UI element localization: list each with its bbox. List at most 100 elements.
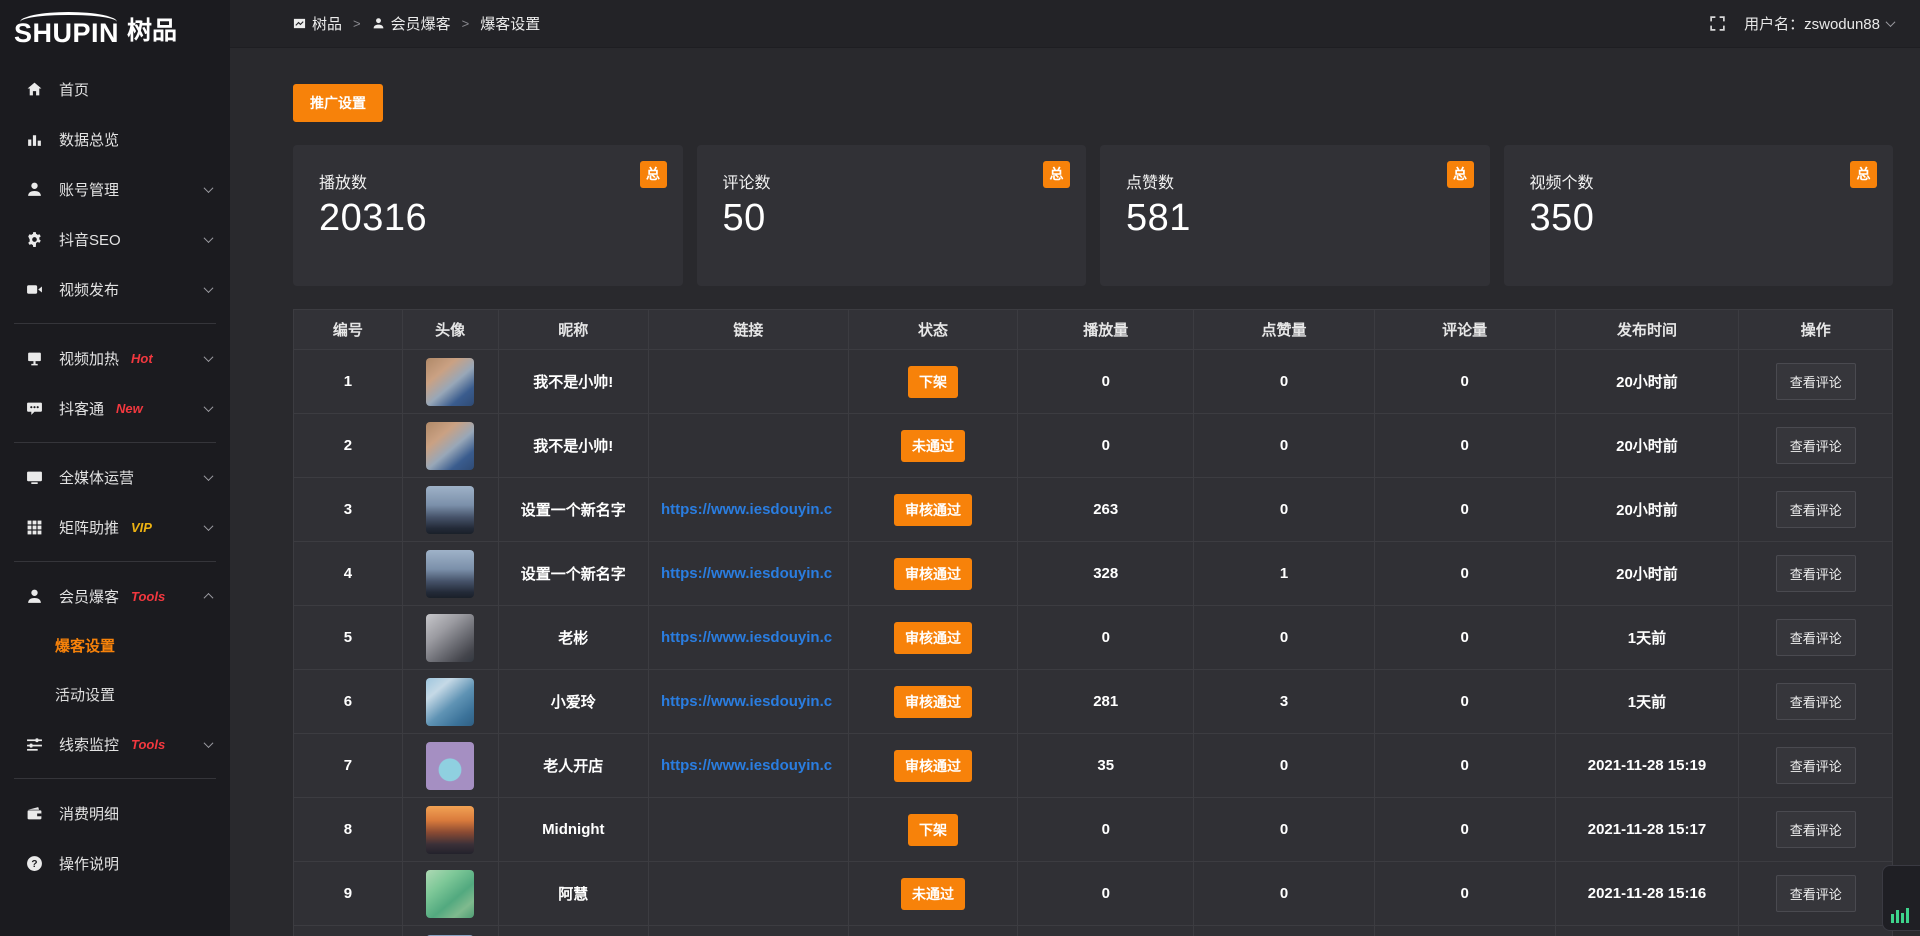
promo-settings-button[interactable]: 推广设置 (293, 84, 383, 122)
cell-action: 查看评论 (1739, 670, 1893, 734)
video-link[interactable]: https://www.iesdouyin.c (661, 565, 832, 582)
cell-time: 20小时前 (1555, 414, 1739, 478)
menu-tag: Hot (131, 351, 153, 366)
cell-time: 2021-11-28 15:17 (1555, 798, 1739, 862)
sidebar-item-label: 视频加热 (59, 348, 119, 369)
sidebar-item-label: 账号管理 (59, 179, 119, 200)
sidebar-item-label: 会员爆客 (59, 586, 119, 607)
cell-no: 9 (294, 862, 403, 926)
view-comments-button[interactable]: 查看评论 (1776, 619, 1856, 656)
app-window: SHUPIN 树品 首页数据总览账号管理抖音SEO视频发布视频加热Hot抖客通N… (0, 0, 1920, 936)
cell-nickname: 老彬 (498, 606, 648, 670)
sidebar-item-consume-detail[interactable]: 消费明细 (0, 788, 230, 838)
cell-nickname: 设置一个新名字 (498, 542, 648, 606)
breadcrumb: 树品>会员爆客>爆客设置 (293, 13, 540, 34)
chevron-down-icon (204, 402, 214, 412)
view-comments-button[interactable]: 查看评论 (1776, 875, 1856, 912)
cell-action: 查看评论 (1739, 606, 1893, 670)
cell-status: 未通过 (848, 862, 1017, 926)
table-row: 6小爱玲https://www.iesdouyin.c审核通过281301天前查… (294, 670, 1893, 734)
cell-no: 6 (294, 670, 403, 734)
table-header-row: 编号头像昵称链接状态播放量点赞量评论量发布时间操作 (294, 310, 1893, 350)
member-icon (26, 588, 46, 605)
status-badge: 下架 (908, 366, 958, 398)
cell-action: 查看评论 (1739, 798, 1893, 862)
view-comments-button[interactable]: 查看评论 (1776, 747, 1856, 784)
stat-value: 50 (723, 197, 1061, 240)
topbar-right: 用户名：zswodun88 (1709, 13, 1894, 34)
breadcrumb-item[interactable]: 树品 (293, 13, 342, 34)
sidebar-item-member-baoke[interactable]: 会员爆客Tools (0, 571, 230, 621)
cell-link: https://www.iesdouyin.c (648, 478, 848, 542)
video-link[interactable]: https://www.iesdouyin.c (661, 629, 832, 646)
sidebar-item-omni-media[interactable]: 全媒体运营 (0, 452, 230, 502)
sidebar-item-operation-guide[interactable]: ?操作说明 (0, 838, 230, 888)
video-link[interactable]: https://www.iesdouyin.c (661, 501, 832, 518)
video-link[interactable]: https://www.iesdouyin.c (661, 693, 832, 710)
view-comments-button[interactable]: 查看评论 (1776, 363, 1856, 400)
breadcrumb-label: 爆客设置 (480, 13, 540, 34)
column-header: 点赞量 (1194, 310, 1375, 350)
cell-link (648, 862, 848, 926)
view-comments-button[interactable]: 查看评论 (1776, 811, 1856, 848)
cell-avatar (402, 542, 498, 606)
cell-link (648, 350, 848, 414)
username[interactable]: 用户名：zswodun88 (1744, 13, 1894, 34)
status-badge: 审核通过 (894, 686, 972, 718)
cell-likes: 1 (1194, 542, 1375, 606)
column-header: 链接 (648, 310, 848, 350)
cell-time: 20小时前 (1555, 350, 1739, 414)
stat-total-badge: 总 (1043, 161, 1070, 188)
cell-plays: 263 (1018, 478, 1194, 542)
cell-status: 审核通过 (848, 606, 1017, 670)
status-badge: 审核通过 (894, 750, 972, 782)
fullscreen-icon[interactable] (1709, 15, 1726, 32)
floating-widget[interactable] (1882, 865, 1920, 931)
cell-no: 1 (294, 350, 403, 414)
sidebar-item-video-publish[interactable]: 视频发布 (0, 264, 230, 314)
sidebar-item-douketong[interactable]: 抖客通New (0, 383, 230, 433)
view-comments-button[interactable]: 查看评论 (1776, 555, 1856, 592)
column-header: 操作 (1739, 310, 1893, 350)
sidebar-item-account-manage[interactable]: 账号管理 (0, 164, 230, 214)
view-comments-button[interactable]: 查看评论 (1776, 427, 1856, 464)
sidebar-subitem-baoke-settings[interactable]: 爆客设置 (0, 621, 230, 670)
cell-plays: 35 (1018, 734, 1194, 798)
table-row: 4设置一个新名字https://www.iesdouyin.c审核通过32810… (294, 542, 1893, 606)
avatar (426, 870, 474, 918)
cell-action: 查看评论 (1739, 734, 1893, 798)
cell-no: 8 (294, 798, 403, 862)
sidebar-item-douyin-seo[interactable]: 抖音SEO (0, 214, 230, 264)
cell-comments: 0 (1374, 478, 1555, 542)
menu-tag: Tools (131, 737, 165, 752)
sidebar-item-clue-monitor[interactable]: 线索监控Tools (0, 719, 230, 769)
sidebar-menu: 首页数据总览账号管理抖音SEO 视频发布视频加热 Hot 抖客通New 全媒体运营矩阵助… (0, 58, 230, 888)
sidebar-item-label: 数据总览 (59, 129, 119, 150)
video-link[interactable]: https://www.iesdouyin.c (661, 757, 832, 774)
avatar (426, 742, 474, 790)
cell-plays: 0 (1018, 862, 1194, 926)
sidebar-subitem-activity-settings[interactable]: 活动设置 (0, 670, 230, 719)
menu-tag: New (116, 401, 143, 416)
avatar (426, 614, 474, 662)
breadcrumb-item: 爆客设置 (480, 13, 540, 34)
breadcrumb-item[interactable]: 会员爆客 (372, 13, 451, 34)
cell-link: https://www.iesdouyin.c (648, 670, 848, 734)
column-header: 编号 (294, 310, 403, 350)
stat-card-1: 评论数50总 (697, 145, 1087, 286)
svg-text:?: ? (31, 859, 37, 870)
cell-no: 5 (294, 606, 403, 670)
sidebar-item-label: 视频发布 (59, 279, 119, 300)
view-comments-button[interactable]: 查看评论 (1776, 683, 1856, 720)
sidebar-item-home[interactable]: 首页 (0, 64, 230, 114)
view-comments-button[interactable]: 查看评论 (1776, 491, 1856, 528)
cell-nickname: 我不是小帅! (498, 414, 648, 478)
cell-avatar (402, 670, 498, 734)
sidebar-item-matrix-boost[interactable]: 矩阵助推VIP (0, 502, 230, 552)
sidebar-item-video-heat[interactable]: 视频加热 Hot (0, 333, 230, 383)
cell-likes: 0 (1194, 478, 1375, 542)
cell-time: 2021-11-28 15:16 (1555, 862, 1739, 926)
cell-nickname: 我不是小帅! (498, 350, 648, 414)
chevron-down-icon (1886, 17, 1896, 27)
sidebar-item-data-overview[interactable]: 数据总览 (0, 114, 230, 164)
